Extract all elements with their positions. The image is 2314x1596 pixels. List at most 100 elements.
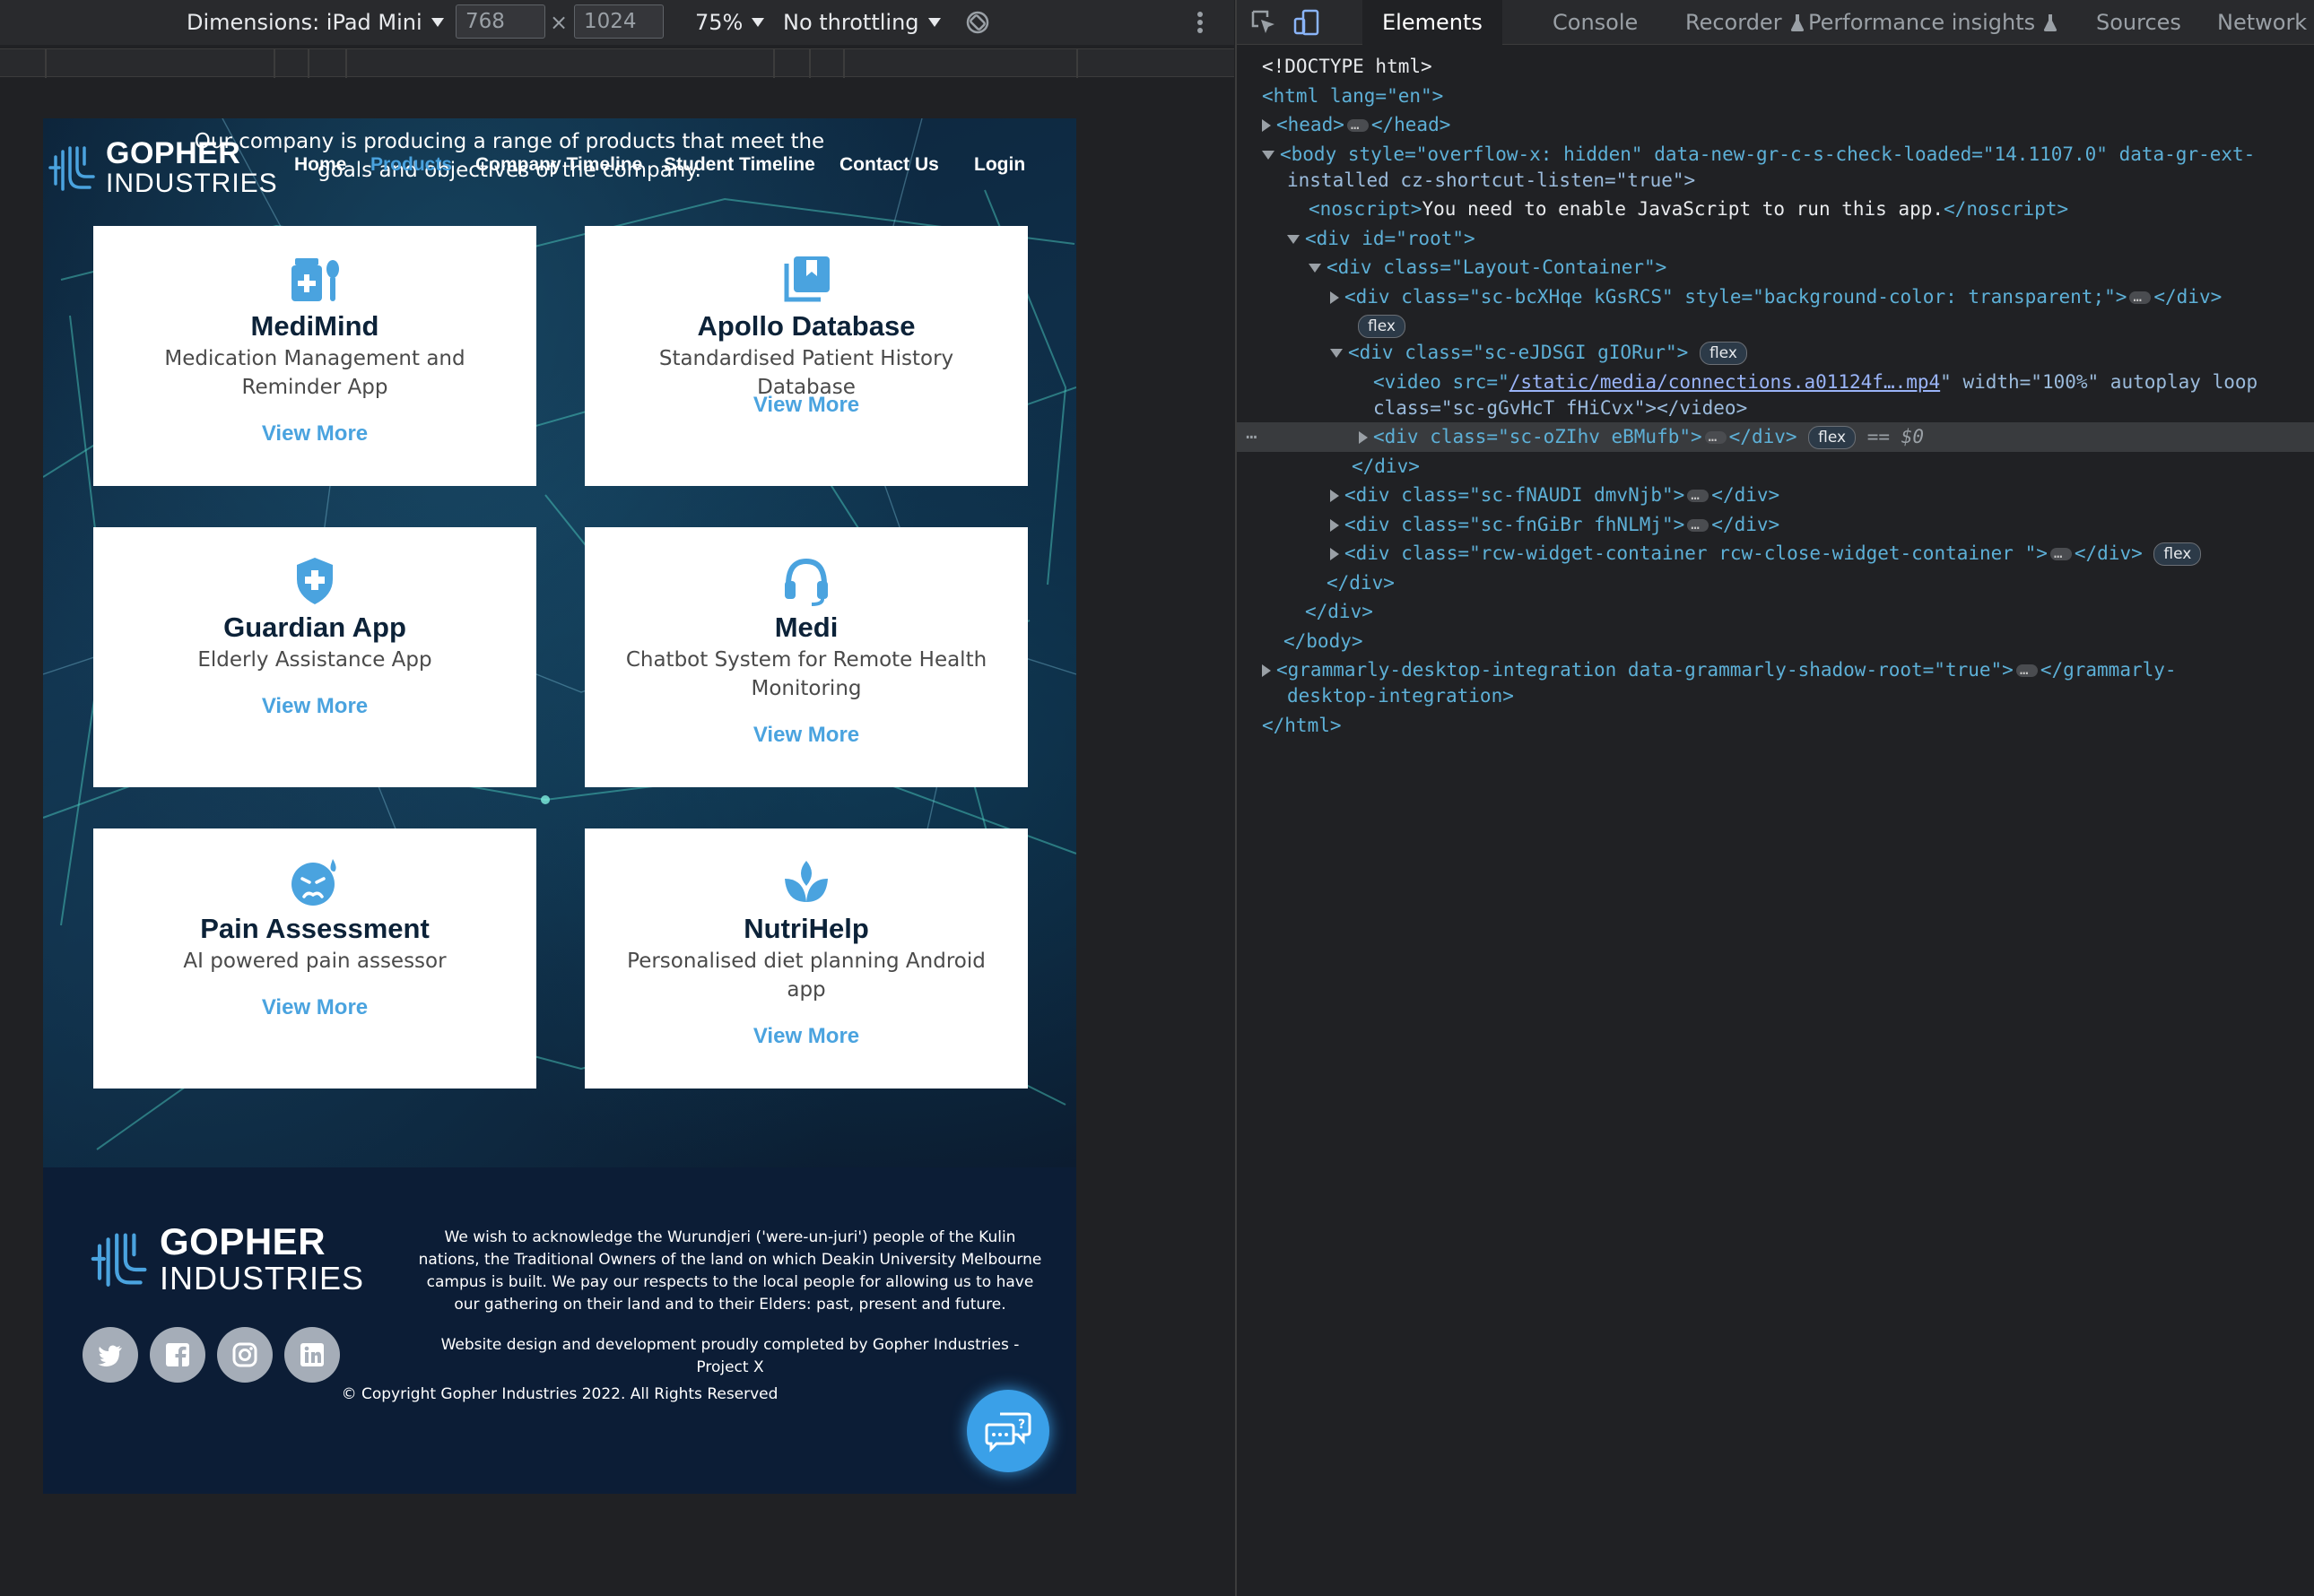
product-card-guardian-app[interactable]: Guardian App Elderly Assistance App View… <box>93 527 536 787</box>
view-more-link[interactable]: View More <box>585 393 1028 418</box>
instagram-button[interactable] <box>217 1327 273 1383</box>
tab-elements[interactable]: Elements <box>1362 0 1502 45</box>
dom-node-root-close[interactable]: </div> <box>1237 597 2314 627</box>
expand-arrow-icon[interactable] <box>1262 119 1271 132</box>
dimensions-label: Dimensions: iPad Mini <box>187 10 422 35</box>
flex-badge[interactable]: flex <box>2153 542 2202 566</box>
dom-node-video-cont[interactable]: class="sc-gGvHcT fHiCvx"></video> <box>1237 394 2314 423</box>
kebab-menu-icon <box>1197 12 1203 33</box>
dom-node-div2[interactable]: <div class="sc-eJDSGI gIORur"> flex <box>1237 338 2314 368</box>
view-more-link[interactable]: View More <box>93 694 536 719</box>
dom-node-noscript[interactable]: <noscript>You need to enable JavaScript … <box>1237 195 2314 224</box>
ellipsis-icon[interactable] <box>2015 655 2038 685</box>
throttling-dropdown[interactable]: No throttling <box>783 0 941 45</box>
inspect-element-icon[interactable] <box>1249 8 1278 37</box>
linkedin-button[interactable] <box>284 1327 340 1383</box>
flex-badge[interactable]: flex <box>1808 426 1857 449</box>
dimensions-dropdown[interactable]: Dimensions: iPad Mini <box>187 0 444 45</box>
nav-company-timeline[interactable]: Company Timeline <box>475 154 642 176</box>
product-card-medimind[interactable]: MediMind Medication Management and Remin… <box>93 226 536 486</box>
collapse-arrow-icon[interactable] <box>1309 264 1321 273</box>
product-card-pain-assessment[interactable]: Pain Assessment AI powered pain assessor… <box>93 828 536 1089</box>
tab-sources[interactable]: Sources <box>2096 0 2181 45</box>
dom-node-root[interactable]: <div id="root"> <box>1237 224 2314 254</box>
device-toggle-icon[interactable] <box>1292 8 1321 37</box>
dom-node-layout-close[interactable]: </div> <box>1237 568 2314 598</box>
ellipsis-icon[interactable] <box>1704 422 1727 452</box>
video-src-link[interactable]: /static/media/connections.a01124f….mp4 <box>1509 371 1940 393</box>
product-card-medi[interactable]: Medi Chatbot System for Remote Health Mo… <box>585 527 1028 787</box>
flex-badge[interactable]: flex <box>1699 342 1747 365</box>
div-close-tag: </div> <box>1327 571 1395 594</box>
dom-node-div5[interactable]: <div class="sc-fnGiBr fhNLMj"> </div> <box>1237 510 2314 539</box>
dom-node-head[interactable]: <head> </head> <box>1237 110 2314 140</box>
div4-open-tag: <div class="sc-fNAUDI dmvNjb"> <box>1344 484 1685 506</box>
view-more-link[interactable]: View More <box>93 995 536 1020</box>
doctype-text: <!DOCTYPE html> <box>1262 56 1432 77</box>
dom-node-body-cont[interactable]: installed cz-shortcut-listen="true"> <box>1237 166 2314 195</box>
dom-node-doctype[interactable]: <!DOCTYPE html> <box>1237 52 2314 82</box>
body-open-tag-line2: installed cz-shortcut-listen="true"> <box>1287 169 1696 191</box>
product-card-nutrihelp[interactable]: NutriHelp Personalised diet planning And… <box>585 828 1028 1089</box>
ellipsis-icon[interactable] <box>1346 110 1369 140</box>
chat-widget-button[interactable]: ? <box>967 1390 1049 1472</box>
ellipsis-icon[interactable] <box>2049 539 2072 568</box>
flask-icon <box>2044 14 2057 31</box>
width-input[interactable]: 768 <box>456 4 545 39</box>
expand-arrow-icon[interactable] <box>1330 548 1339 560</box>
ellipsis-icon[interactable] <box>1687 481 1709 510</box>
dom-node-div6[interactable]: <div class="rcw-widget-container rcw-clo… <box>1237 539 2314 568</box>
expand-arrow-icon[interactable] <box>1330 291 1339 304</box>
media-query-bar[interactable] <box>0 48 1234 78</box>
expand-arrow-icon[interactable] <box>1359 431 1368 444</box>
product-card-apollo-database[interactable]: Apollo Database Standardised Patient His… <box>585 226 1028 486</box>
dom-node-div2-close[interactable]: </div> <box>1237 452 2314 481</box>
nav-student-timeline[interactable]: Student Timeline <box>664 154 815 176</box>
dom-node-html[interactable]: <html lang="en"> <box>1237 82 2314 111</box>
library-icon <box>784 256 830 302</box>
expand-arrow-icon[interactable] <box>1330 490 1339 502</box>
rotate-button[interactable] <box>965 0 990 45</box>
dom-node-div4[interactable]: <div class="sc-fNAUDI dmvNjb"> </div> <box>1237 481 2314 510</box>
view-more-link[interactable]: View More <box>585 723 1028 748</box>
expand-arrow-icon[interactable] <box>1330 518 1339 532</box>
tab-performance-insights[interactable]: Performance insights <box>1808 0 2058 45</box>
nav-login[interactable]: Login <box>974 154 1025 176</box>
linkedin-icon <box>300 1343 324 1366</box>
dom-node-grammarly-cont[interactable]: desktop-integration> <box>1237 681 2314 711</box>
selected-node-marker: == $0 <box>1866 426 1924 447</box>
height-input[interactable]: 1024 <box>574 4 664 39</box>
ellipsis-icon[interactable] <box>1687 510 1709 539</box>
dom-node-html-close[interactable]: </html> <box>1237 711 2314 741</box>
facebook-button[interactable] <box>150 1327 205 1383</box>
video-class-attr: class="sc-gGvHcT fHiCvx"></video> <box>1373 396 1748 419</box>
dom-node-video[interactable]: <video src="/static/media/connections.a0… <box>1237 368 2314 394</box>
collapse-arrow-icon[interactable] <box>1330 349 1343 358</box>
ellipsis-icon[interactable] <box>2129 282 2152 311</box>
collapse-arrow-icon[interactable] <box>1287 234 1300 244</box>
twitter-button[interactable] <box>83 1327 138 1383</box>
dom-node-div1[interactable]: <div class="sc-bcXHqe kGsRCS" style="bac… <box>1237 282 2314 311</box>
dom-node-grammarly[interactable]: <grammarly-desktop-integration data-gram… <box>1237 655 2314 685</box>
collapse-arrow-icon[interactable] <box>1262 150 1274 160</box>
nav-products[interactable]: Products <box>370 154 452 176</box>
nav-home[interactable]: Home <box>294 154 346 176</box>
tab-console[interactable]: Console <box>1553 0 1638 45</box>
row-options-icon[interactable]: ⋯ <box>1246 422 1257 452</box>
dom-node-body-close[interactable]: </body> <box>1237 627 2314 656</box>
flex-badge[interactable]: flex <box>1358 315 1405 338</box>
nav-contact-us[interactable]: Contact Us <box>839 154 939 176</box>
tab-recorder[interactable]: Recorder <box>1685 0 1805 45</box>
dom-node-body[interactable]: <body style="overflow-x: hidden" data-ne… <box>1237 140 2314 166</box>
ruler-segment <box>843 49 845 78</box>
more-options-button[interactable] <box>1196 0 1204 45</box>
flask-icon <box>1790 14 1804 31</box>
footer-brand-logo[interactable]: GOPHER INDUSTRIES <box>90 1223 364 1295</box>
dom-node-div3-selected[interactable]: ⋯ <div class="sc-oZIhv eBMufb"> </div> fle… <box>1237 422 2314 452</box>
expand-arrow-icon[interactable] <box>1262 664 1271 677</box>
tab-network[interactable]: Network <box>2217 0 2307 45</box>
zoom-dropdown[interactable]: 75% <box>695 0 765 45</box>
dom-node-layout[interactable]: <div class="Layout-Container"> <box>1237 253 2314 282</box>
view-more-link[interactable]: View More <box>585 1024 1028 1049</box>
view-more-link[interactable]: View More <box>93 421 536 447</box>
